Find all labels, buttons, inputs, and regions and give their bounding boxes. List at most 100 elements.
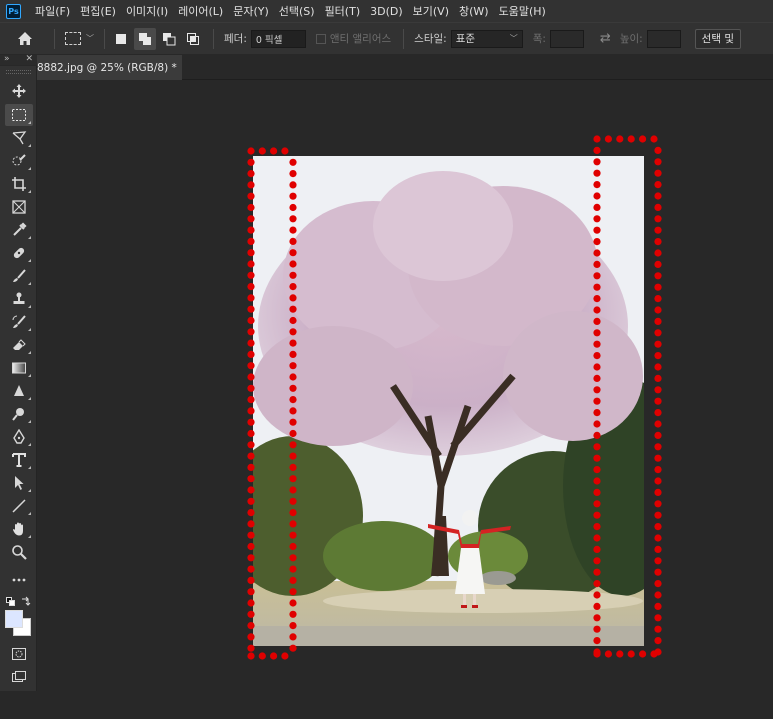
annotation-dot — [654, 545, 662, 554]
annotation-dot — [247, 599, 255, 607]
annotation-dot — [247, 316, 255, 325]
annotation-dot — [247, 181, 255, 189]
annotation-dot — [639, 650, 647, 658]
annotation-dot — [593, 340, 601, 348]
annotation-dot — [654, 580, 662, 588]
annotation-dot — [289, 158, 297, 166]
annotation-dot — [654, 283, 662, 291]
annotation-dot — [289, 373, 297, 381]
annotation-dot — [247, 249, 255, 257]
annotation-dot — [289, 384, 297, 392]
annotation-dot — [289, 531, 297, 539]
annotation-dot — [258, 147, 266, 155]
annotation-dot — [247, 633, 255, 641]
annotation-dot — [289, 396, 297, 404]
annotation-dot — [650, 135, 658, 143]
annotation-dot — [289, 237, 297, 245]
annotation-dot — [247, 475, 255, 483]
annotation-dot — [654, 466, 662, 474]
annotation-dot — [593, 523, 601, 531]
annotation-dot — [289, 350, 297, 358]
annotation-dot — [654, 215, 662, 223]
annotation-dot — [289, 260, 297, 268]
annotation-dot — [593, 181, 601, 189]
annotation-dot — [247, 226, 255, 234]
annotation-dot — [639, 135, 647, 143]
annotation-dot — [247, 429, 255, 438]
annotation-dot — [654, 648, 662, 656]
annotation-dot — [593, 295, 601, 303]
annotation-dot — [654, 203, 662, 211]
annotation-dot — [289, 181, 297, 189]
annotation-dot — [593, 431, 601, 439]
annotation-dot — [654, 397, 662, 405]
annotation-dot — [654, 363, 662, 371]
annotation-dot — [289, 203, 297, 212]
annotation-dot — [627, 135, 635, 143]
annotation-dot — [289, 418, 297, 426]
annotation-dot — [289, 316, 297, 325]
annotation-dot — [247, 328, 255, 336]
annotation-dot — [289, 497, 297, 505]
annotation-dot — [247, 294, 255, 302]
annotation-dot — [593, 317, 601, 325]
annotation-dot — [593, 215, 601, 223]
annotation-dot — [270, 147, 278, 155]
annotation-dot — [654, 374, 662, 382]
annotation-dot — [289, 486, 297, 494]
annotation-dot — [593, 511, 601, 519]
annotation-dot — [654, 238, 662, 246]
annotation-dot — [247, 350, 255, 358]
annotation-dot — [593, 637, 601, 645]
annotation-dot — [654, 306, 662, 314]
annotation-dot — [654, 602, 662, 611]
annotation-dot — [289, 576, 297, 585]
annotation-dot — [289, 328, 297, 336]
annotation-dot — [247, 384, 255, 392]
annotation-dot — [654, 317, 662, 325]
annotation-dot — [247, 305, 255, 313]
annotation-dot — [593, 420, 601, 428]
annotation-dot — [281, 652, 289, 660]
annotation-dot — [289, 475, 297, 483]
annotation-dot — [247, 610, 255, 618]
annotation-dot — [247, 554, 255, 562]
annotation-dot — [593, 374, 601, 382]
annotation-dot — [593, 226, 601, 234]
annotation-dot — [593, 580, 601, 588]
annotation-dot — [247, 531, 255, 539]
annotation-dot — [654, 192, 662, 200]
annotation-dot — [593, 477, 601, 485]
annotation-dot — [289, 215, 297, 223]
annotation-dot — [247, 203, 255, 212]
annotation-dot — [654, 477, 662, 485]
annotation-dot — [289, 452, 297, 460]
annotation-dot — [654, 523, 662, 531]
annotation-dot — [289, 339, 297, 347]
annotation-dot — [593, 158, 601, 166]
annotation-dot — [247, 271, 255, 279]
annotation-dot — [654, 511, 662, 519]
annotation-dot — [247, 497, 255, 505]
annotation-dot — [654, 146, 662, 154]
annotation-dot — [289, 520, 297, 528]
annotation-dot — [289, 644, 297, 652]
annotation-dot — [654, 409, 662, 417]
annotation-dot — [593, 352, 601, 360]
annotation-dot — [289, 599, 297, 607]
annotation-dot — [247, 542, 255, 551]
annotation-dot — [654, 454, 662, 462]
annotation-dot — [593, 260, 601, 268]
annotation-dot — [593, 500, 601, 508]
annotation-dot — [604, 135, 613, 143]
annotation-dot — [247, 622, 255, 630]
annotation-dot — [654, 420, 662, 428]
annotation-dot — [247, 215, 255, 223]
annotation-dot — [593, 306, 601, 314]
annotation-dot — [654, 568, 662, 576]
annotation-dot — [247, 463, 255, 471]
annotation-dot — [247, 652, 255, 660]
annotation-dot — [593, 557, 601, 565]
annotation-dot — [654, 340, 662, 348]
annotation-dot — [247, 576, 255, 585]
